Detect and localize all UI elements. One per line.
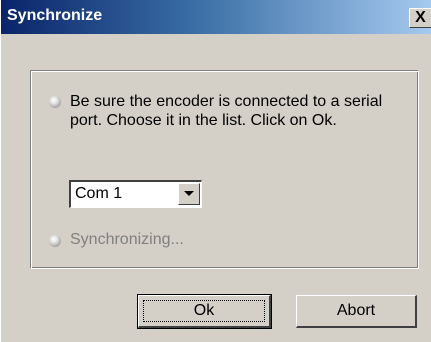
synchronize-dialog: Synchronize X Be sure the encoder is con… (0, 0, 431, 342)
status-bullet-icon (49, 235, 61, 247)
focus-rect (143, 300, 265, 322)
synchronizing-status: Synchronizing... (70, 231, 184, 248)
port-select-value: Com 1 (75, 185, 123, 202)
close-button[interactable]: X (409, 8, 431, 28)
ok-button[interactable]: Ok (137, 294, 272, 329)
title-bar[interactable]: Synchronize X (1, 0, 431, 34)
abort-button[interactable]: Abort (296, 295, 417, 328)
port-select[interactable]: Com 1 (69, 180, 202, 208)
close-icon: X (415, 9, 426, 26)
abort-button-label: Abort (336, 302, 376, 319)
instruction-text: Be sure the encoder is connected to a se… (70, 93, 383, 129)
chevron-down-icon (184, 191, 194, 196)
step-bullet-icon (49, 96, 61, 108)
port-select-dropdown-button[interactable] (178, 183, 200, 205)
dialog-title: Synchronize (7, 7, 103, 24)
